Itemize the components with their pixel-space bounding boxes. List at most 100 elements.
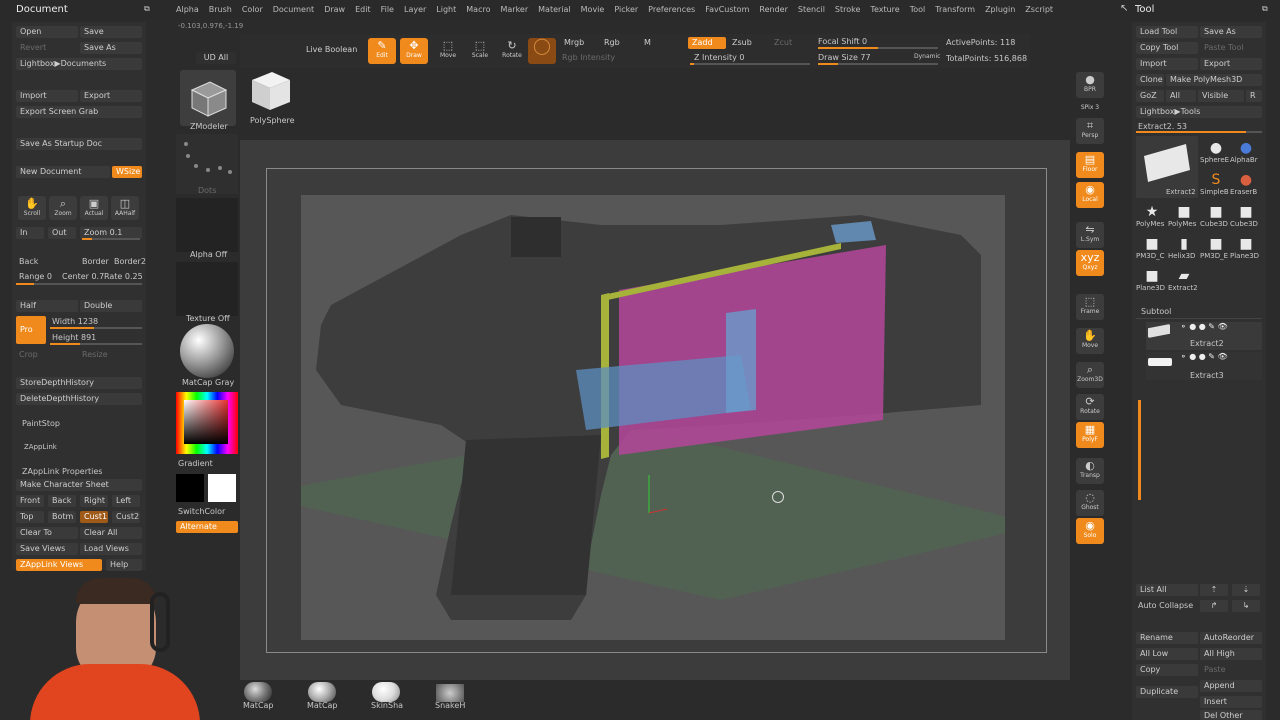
tool-thumb-icon-5[interactable]: ★	[1142, 204, 1162, 220]
live-boolean-button[interactable]: Live Boolean	[302, 44, 358, 56]
height-slider[interactable]: Height 891	[52, 333, 96, 342]
auto-reorder-button[interactable]: AutoReorder	[1200, 632, 1262, 644]
dynamic-toggle[interactable]: Dynamic	[914, 53, 940, 60]
save-views-button[interactable]: Save Views	[16, 543, 78, 555]
duplicate-button[interactable]: Duplicate	[1136, 686, 1198, 698]
zsub-button[interactable]: Zsub	[728, 37, 758, 49]
focal-shift-track[interactable]	[818, 47, 938, 49]
menu-macro[interactable]: Macro	[466, 5, 490, 14]
goz-r-button[interactable]: R	[1246, 90, 1262, 102]
border-label[interactable]: Border	[82, 257, 109, 266]
arrow-icon[interactable]: ↖	[1120, 3, 1128, 14]
arrow-down-icon[interactable]: ⇣	[1232, 584, 1260, 596]
new-document-button[interactable]: New Document	[16, 166, 110, 178]
view-frame-button[interactable]: ⬚ Frame	[1076, 294, 1104, 320]
all-low-button[interactable]: All Low	[1136, 648, 1198, 660]
list-all-button[interactable]: List All	[1136, 584, 1198, 596]
subtool-visibility-icon-1[interactable]: ⚬ ● ● ✎ 👁	[1180, 322, 1228, 331]
tool-thumb-icon-2[interactable]: ●	[1236, 140, 1256, 156]
zapplink-button[interactable]: ZAppLink	[24, 443, 57, 451]
switch-color-button[interactable]: SwitchColor	[178, 507, 225, 516]
rotate-button[interactable]: ↻ Rotate	[498, 38, 526, 64]
snake-hook-brush[interactable]	[436, 684, 464, 702]
range-slider[interactable]: Range 0	[19, 272, 52, 281]
gizmo-button[interactable]: ◯	[528, 38, 556, 64]
tool-thumb-icon-8[interactable]: ■	[1236, 204, 1256, 220]
tool-thumb-icon-11[interactable]: ■	[1206, 236, 1226, 252]
edit-button[interactable]: ✎ Edit	[368, 38, 396, 64]
current-tool-track[interactable]	[1136, 131, 1262, 133]
subtool-title[interactable]: Subtool	[1141, 307, 1171, 316]
view-zoom3d-button[interactable]: ⌕ Zoom3D	[1076, 362, 1104, 388]
menu-stroke[interactable]: Stroke	[835, 5, 861, 14]
alpha-thumb[interactable]	[176, 198, 238, 252]
back-color-label[interactable]: Back	[19, 257, 38, 266]
left-view-button[interactable]: Left	[112, 495, 140, 507]
zcut-button[interactable]: Zcut	[770, 37, 798, 49]
zapplink-views-button[interactable]: ZAppLink Views	[16, 559, 102, 571]
menu-picker[interactable]: Picker	[614, 5, 638, 14]
revert-button[interactable]: Revert	[16, 42, 78, 54]
view-persp-button[interactable]: ⌗ Persp	[1076, 118, 1104, 144]
viewport[interactable]	[301, 195, 1005, 640]
back-view-button[interactable]: Back	[48, 495, 76, 507]
subtool-row-1[interactable]: Extract2 ⚬ ● ● ✎ 👁	[1146, 322, 1262, 350]
goz-visible-button[interactable]: Visible	[1198, 90, 1244, 102]
top-view-button[interactable]: Top	[16, 511, 44, 523]
save-startup-doc-button[interactable]: Save As Startup Doc	[16, 138, 142, 150]
half-button[interactable]: Half	[16, 300, 78, 312]
view-transp-button[interactable]: ◐ Transp	[1076, 458, 1104, 484]
current-tool-slider[interactable]: Extract2. 53	[1138, 122, 1187, 131]
view-floor-button[interactable]: ▤ Floor	[1076, 152, 1104, 178]
subtool-visibility-icon-2[interactable]: ⚬ ● ● ✎ 👁	[1180, 352, 1228, 361]
goz-button[interactable]: GoZ	[1136, 90, 1164, 102]
pin-icon[interactable]: ⧉	[144, 4, 150, 14]
matcap-ball-2[interactable]	[308, 682, 336, 702]
scroll-button[interactable]: ✋ Scroll	[18, 196, 46, 220]
move-up-icon[interactable]: ↱	[1200, 600, 1228, 612]
all-high-button[interactable]: All High	[1200, 648, 1262, 660]
clear-to-button[interactable]: Clear To	[16, 527, 78, 539]
make-character-sheet-button[interactable]: Make Character Sheet	[16, 479, 142, 491]
help-button[interactable]: Help	[106, 559, 142, 571]
scale-button[interactable]: ⬚ Scale	[466, 38, 494, 64]
view-qxyz-button[interactable]: xyz Qxyz	[1076, 250, 1104, 276]
clone-button[interactable]: Clone	[1136, 74, 1164, 86]
tool-thumb-icon-10[interactable]: ▮	[1174, 236, 1194, 252]
pin-icon-right[interactable]: ⧉	[1262, 4, 1268, 14]
draw-size-track[interactable]	[818, 63, 938, 65]
m-button[interactable]: M	[640, 37, 656, 49]
del-other-button[interactable]: Del Other	[1200, 710, 1262, 720]
view-ghost-button[interactable]: ◌ Ghost	[1076, 490, 1104, 516]
polysphere-thumb[interactable]	[248, 68, 294, 114]
cust2-button[interactable]: Cust2	[112, 511, 140, 523]
tool-thumb-icon-1[interactable]: ●	[1206, 140, 1226, 156]
matcap-gray-sphere[interactable]	[180, 324, 234, 378]
goz-all-button[interactable]: All	[1166, 90, 1196, 102]
menu-document[interactable]: Document	[273, 5, 314, 14]
aahalf-button[interactable]: ◫ AAHalf	[111, 196, 139, 220]
draw-size-slider[interactable]: Draw Size 77	[818, 53, 871, 62]
resize-button[interactable]: Resize	[82, 350, 108, 359]
z-intensity-slider[interactable]: Z Intensity 0	[694, 53, 744, 62]
tool-save-as-button[interactable]: Save As	[1200, 26, 1262, 38]
lightbox-documents-button[interactable]: Lightbox▶Documents	[16, 58, 142, 70]
zmodeler-brush-thumb[interactable]	[180, 70, 236, 126]
main-menu[interactable]: Alpha Brush Color Document Draw Edit File Layer…	[176, 5, 1063, 14]
tool-thumb-icon-7[interactable]: ■	[1206, 204, 1226, 220]
zoom-in-button[interactable]: In	[16, 227, 44, 239]
z-intensity-track[interactable]	[690, 63, 810, 65]
rename-button[interactable]: Rename	[1136, 632, 1198, 644]
menu-render[interactable]: Render	[759, 5, 787, 14]
bottom-view-button[interactable]: Botm	[48, 511, 76, 523]
ud-all-button[interactable]: UD All	[196, 52, 236, 64]
rgb-intensity-slider[interactable]: Rgb Intensity	[562, 53, 615, 62]
zapplink-properties-title[interactable]: ZAppLink Properties	[22, 467, 102, 476]
skin-shader-ball[interactable]	[372, 682, 400, 702]
tool-import-button[interactable]: Import	[1136, 58, 1198, 70]
tool-thumb-icon-9[interactable]: ■	[1142, 236, 1162, 252]
view-polyf-button[interactable]: ▦ PolyF	[1076, 422, 1104, 448]
primary-color-swatch[interactable]	[176, 474, 204, 502]
paste-tool-button[interactable]: Paste Tool	[1200, 42, 1262, 54]
tool-export-button[interactable]: Export	[1200, 58, 1262, 70]
